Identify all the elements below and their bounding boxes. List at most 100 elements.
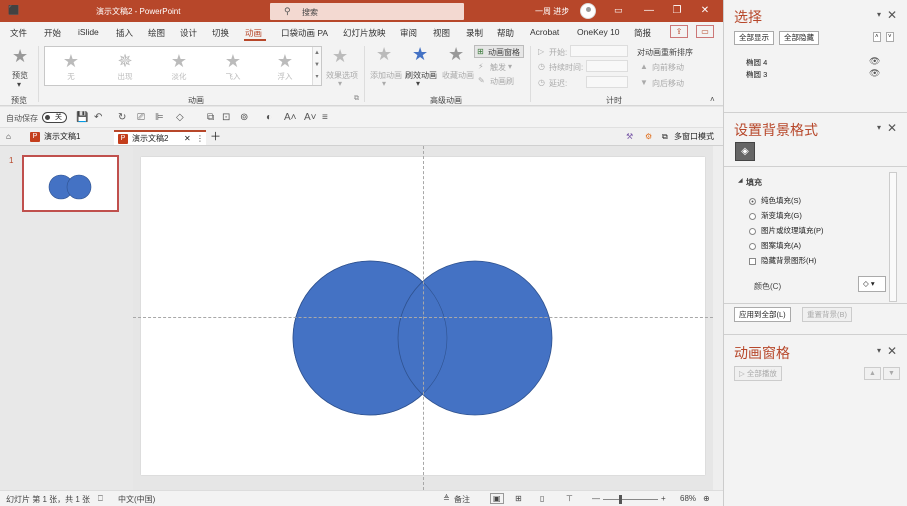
anim-item-appear[interactable]: ✵ 出现 xyxy=(105,51,145,82)
tab-record[interactable]: 录制 xyxy=(466,27,483,39)
settings-gear-icon[interactable]: ⚙ xyxy=(645,130,652,145)
format-pane-scrollbar[interactable] xyxy=(889,172,897,302)
tab-design[interactable]: 设计 xyxy=(180,27,197,39)
tab-home[interactable]: 开始 xyxy=(44,27,61,39)
user-avatar[interactable] xyxy=(580,3,596,19)
preview-dropdown-icon[interactable]: ▾ xyxy=(17,80,21,89)
tab-tool-icon[interactable]: ⚒ xyxy=(626,130,633,145)
animation-brush-button[interactable]: 动画刷 xyxy=(490,76,514,87)
radio-solid-fill[interactable]: 纯色填充(S) xyxy=(749,195,801,206)
fit-slide-icon[interactable]: ⊕ xyxy=(703,494,710,503)
tab-acrobat[interactable]: Acrobat xyxy=(530,27,559,37)
multi-window-button[interactable]: 多窗口模式 xyxy=(674,130,714,145)
radio-pattern-fill[interactable]: 图案填充(A) xyxy=(749,240,801,251)
horizontal-guide[interactable] xyxy=(133,317,723,318)
color-picker-button[interactable]: ◇ ▾ xyxy=(858,276,886,292)
comment-icon[interactable]: ▭ xyxy=(696,25,714,38)
radio-picture-fill[interactable]: 图片或纹理填充(P) xyxy=(749,225,824,236)
visibility-eye-icon[interactable]: 👁 xyxy=(869,56,880,67)
align-icon[interactable]: ⊫ xyxy=(155,112,164,123)
search-box[interactable]: ⚲ 搜索 xyxy=(270,3,464,20)
move-later-button[interactable]: 向后移动 xyxy=(652,78,684,89)
merge-shapes-icon[interactable]: ⊚ xyxy=(240,112,248,123)
anim-item-fly-in[interactable]: ★ 飞入 xyxy=(213,51,253,82)
send-backward-icon[interactable]: ˅ xyxy=(886,32,894,42)
collect-animation-button[interactable]: 收藏动画 xyxy=(442,70,474,81)
vertical-scrollbar[interactable] xyxy=(713,146,723,490)
animation-pane-button[interactable]: ⊞ 动画窗格 xyxy=(474,45,524,58)
delay-spinner[interactable] xyxy=(586,76,628,88)
slide-sorter-icon[interactable]: ⊞ xyxy=(515,494,522,503)
pane-options-icon[interactable]: ▾ xyxy=(877,346,881,355)
format-pane-close-icon[interactable]: ✕ xyxy=(887,121,897,135)
doctab-1[interactable]: P 演示文稿1 xyxy=(22,130,88,145)
move-earlier-button[interactable]: 向前移动 xyxy=(652,62,684,73)
tab-insert[interactable]: 插入 xyxy=(116,27,133,39)
ribbon-display-icon[interactable]: ▭ xyxy=(614,5,623,16)
visibility-eye-icon[interactable]: 👁 xyxy=(869,68,880,79)
minimize-button[interactable]: — xyxy=(640,3,658,19)
user-name[interactable]: 一周 进步 xyxy=(535,6,569,17)
slideshow-view-icon[interactable]: ⊤ xyxy=(566,494,573,503)
collapse-ribbon-icon[interactable]: ˄ xyxy=(710,95,715,104)
tab-draw[interactable]: 绘图 xyxy=(148,27,165,39)
selection-item-ellipse-4[interactable]: 椭圆 4 xyxy=(746,57,767,68)
radio-gradient-fill[interactable]: 渐变填充(G) xyxy=(749,210,802,221)
restore-button[interactable]: ❐ xyxy=(668,3,686,19)
scroll-up-icon[interactable]: ▲ xyxy=(313,47,321,59)
zoom-slider-thumb[interactable] xyxy=(619,495,622,504)
zoom-slider[interactable] xyxy=(603,499,658,500)
reading-view-icon[interactable]: ▯ xyxy=(540,494,544,503)
painter-dropdown-icon[interactable]: ▾ xyxy=(416,79,420,88)
close-button[interactable]: ✕ xyxy=(696,3,714,19)
apply-to-all-button[interactable]: 应用到全部(L) xyxy=(734,307,791,322)
vertical-guide[interactable] xyxy=(423,146,424,490)
doctab-close-icon[interactable]: ✕ xyxy=(184,132,191,146)
accessibility-icon[interactable]: ⎕ xyxy=(98,494,103,504)
doctab-more-icon[interactable]: ⋮ xyxy=(196,132,204,146)
autosave-toggle[interactable]: 关 xyxy=(42,112,67,123)
painter-animation-button[interactable]: 刷效动画 xyxy=(405,70,437,81)
present-icon[interactable]: ⎚ xyxy=(137,112,145,123)
group-icon[interactable]: ⧉ xyxy=(207,112,214,123)
arrange-icon[interactable]: ⊡ xyxy=(222,112,230,123)
duration-spinner[interactable] xyxy=(586,60,628,72)
fill-bucket-icon[interactable]: ◈ xyxy=(735,142,755,161)
trigger-dropdown-icon[interactable]: ▾ xyxy=(508,62,512,71)
language-indicator[interactable]: 中文(中国) xyxy=(118,494,155,505)
share-icon[interactable]: ⇪ xyxy=(670,25,688,38)
dialog-launcher-icon[interactable]: ⧉ xyxy=(354,95,359,103)
bring-forward-icon[interactable]: ˄ xyxy=(873,32,881,42)
slide-thumbnail-1[interactable] xyxy=(22,155,119,212)
anim-item-none[interactable]: ★ 无 xyxy=(51,51,91,82)
redo-icon[interactable]: ↻ xyxy=(118,112,126,123)
zoom-level[interactable]: 68% xyxy=(680,494,696,503)
tab-view[interactable]: 视图 xyxy=(433,27,450,39)
anim-item-fade[interactable]: ★ 淡化 xyxy=(159,51,199,82)
animation-pane-close-icon[interactable]: ✕ xyxy=(887,344,897,358)
tab-help[interactable]: 帮助 xyxy=(497,27,514,39)
decrease-font-icon[interactable]: A˅ xyxy=(304,112,317,123)
fill-section-title[interactable]: 填充 xyxy=(746,177,762,188)
trigger-button[interactable]: 触发 xyxy=(490,62,506,73)
tab-transitions[interactable]: 切换 xyxy=(212,27,229,39)
tab-slideshow[interactable]: 幻灯片放映 xyxy=(343,27,386,39)
show-all-button[interactable]: 全部显示 xyxy=(734,31,774,45)
tab-animations[interactable]: 动画 xyxy=(245,27,262,39)
tab-pocket-animation[interactable]: 口袋动画 PA xyxy=(281,27,328,39)
play-all-button[interactable]: ▷ 全部播放 xyxy=(734,366,782,381)
move-up-icon[interactable]: ▲ xyxy=(864,367,881,380)
zoom-in-icon[interactable]: + xyxy=(661,494,666,503)
reset-background-button[interactable]: 重置背景(B) xyxy=(802,307,852,322)
customize-qat-icon[interactable]: ≡ xyxy=(322,112,328,123)
anim-item-float-in[interactable]: ★ 浮入 xyxy=(265,51,305,82)
doctab-home-icon[interactable]: ⌂ xyxy=(6,130,11,145)
zoom-out-icon[interactable]: — xyxy=(592,494,600,503)
tab-onekey[interactable]: OneKey 10 xyxy=(577,27,620,37)
increase-font-icon[interactable]: A˄ xyxy=(284,112,297,123)
pane-options-icon[interactable]: ▾ xyxy=(877,10,881,19)
tab-file[interactable]: 文件 xyxy=(10,27,27,39)
undo-icon[interactable]: ↶ xyxy=(94,112,102,123)
new-tab-button[interactable]: ＋ xyxy=(210,130,221,145)
ellipse-4[interactable] xyxy=(397,260,553,416)
